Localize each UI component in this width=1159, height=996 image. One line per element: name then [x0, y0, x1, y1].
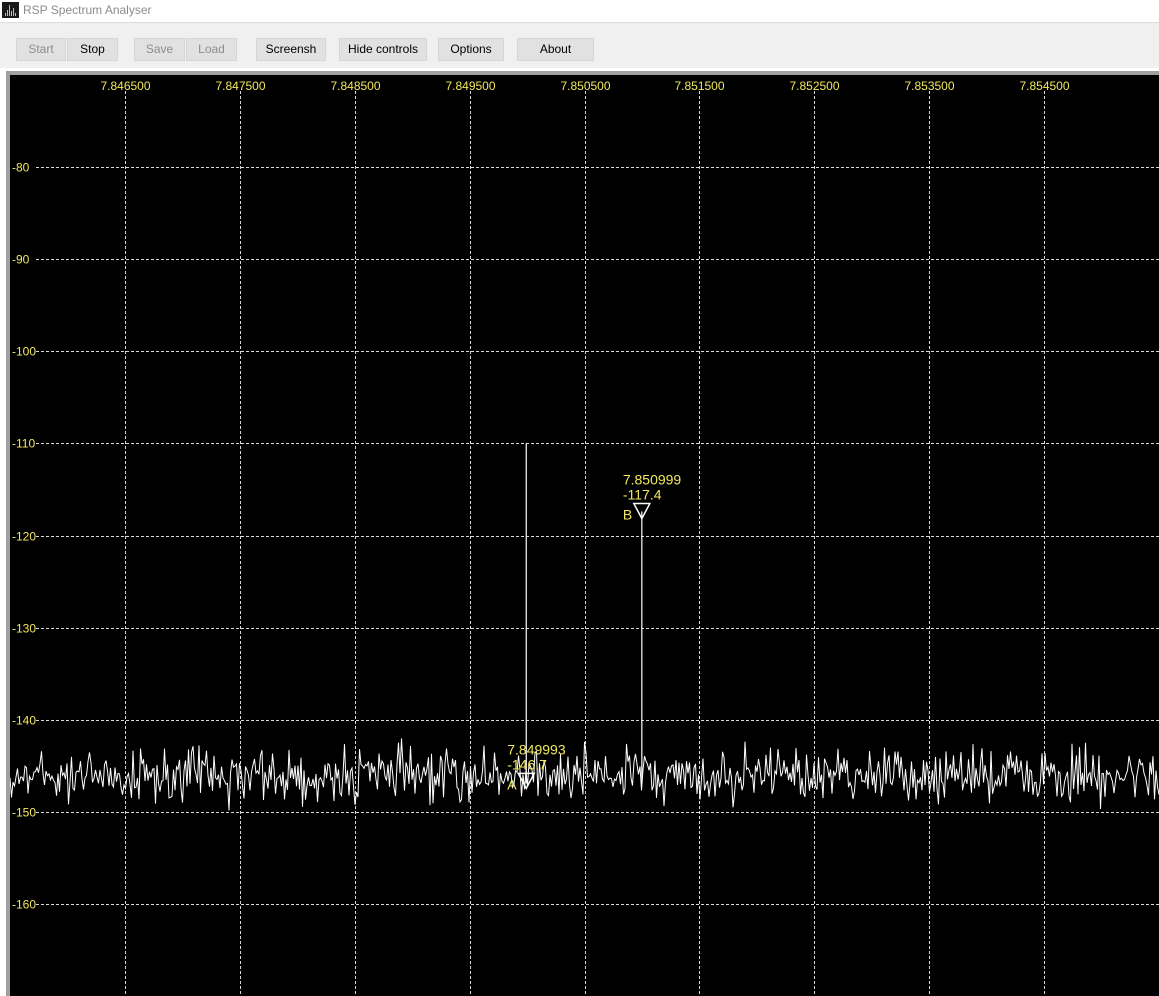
- y-tick-label: -120: [12, 530, 36, 544]
- y-tick-label: -130: [12, 622, 36, 636]
- marker-level: -117.4: [623, 487, 662, 503]
- load-button[interactable]: Load: [186, 38, 237, 61]
- y-tick-label: -150: [12, 806, 36, 820]
- spectrum-plot[interactable]: 7.846500 7.847500 7.848500 7.849500 7.850500…: [10, 75, 1159, 996]
- x-tick-label: 7.846500: [100, 79, 150, 93]
- y-tick-label: -140: [12, 714, 36, 728]
- spectrum-app-icon: [2, 2, 19, 18]
- save-button[interactable]: Save: [134, 38, 185, 61]
- hide-controls-button[interactable]: Hide controls: [339, 38, 427, 61]
- about-button[interactable]: About: [517, 38, 594, 61]
- y-tick-label: -100: [12, 345, 36, 359]
- spectrum-chart[interactable]: 7.846500 7.847500 7.848500 7.849500 7.850500…: [10, 75, 1159, 996]
- x-tick-label: 7.853500: [904, 79, 954, 93]
- x-tick-label: 7.847500: [215, 79, 265, 93]
- start-button[interactable]: Start: [16, 38, 66, 61]
- x-tick-label: 7.854500: [1019, 79, 1069, 93]
- spectrum-trace: [10, 738, 1159, 811]
- x-tick-label: 7.848500: [330, 79, 380, 93]
- y-tick-label: -160: [12, 898, 36, 912]
- marker-id: A: [507, 776, 517, 792]
- x-tick-label: 7.851500: [674, 79, 724, 93]
- marker-id: B: [623, 507, 632, 523]
- x-tick-label: 7.852500: [789, 79, 839, 93]
- x-tick-label: 7.849500: [445, 79, 495, 93]
- marker-level: -146.7: [507, 756, 547, 772]
- window-title: RSP Spectrum Analyser: [23, 3, 152, 17]
- stop-button[interactable]: Stop: [67, 38, 118, 61]
- toolbar: Start Stop Save Load Screensh Hide contr…: [0, 22, 1159, 68]
- x-tick-label: 7.850500: [560, 79, 610, 93]
- y-tick-label: -110: [12, 437, 35, 451]
- marker-frequency: 7.849993: [507, 741, 566, 757]
- title-bar: RSP Spectrum Analyser: [0, 0, 1159, 22]
- options-button[interactable]: Options: [438, 38, 504, 61]
- screenshot-button[interactable]: Screensh: [256, 38, 326, 61]
- marker-frequency: 7.850999: [623, 472, 682, 488]
- y-tick-label: -80: [12, 161, 30, 175]
- y-tick-label: -90: [12, 253, 30, 267]
